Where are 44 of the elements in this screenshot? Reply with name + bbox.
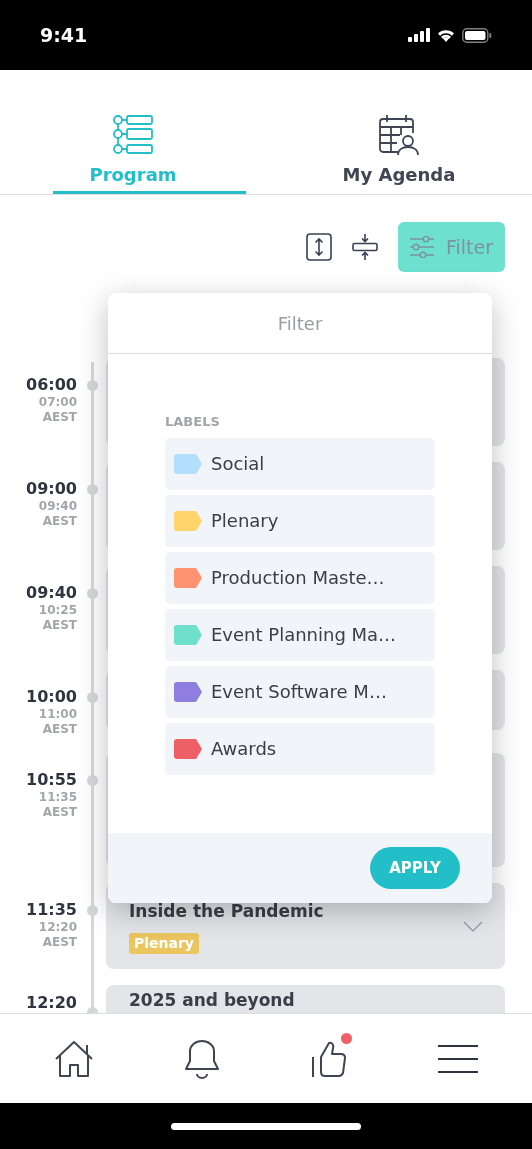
- local-time: 11:00: [38, 707, 77, 722]
- session-title: Inside the Pandemic: [129, 900, 325, 923]
- local-time: 07:00: [38, 395, 77, 410]
- timezone: AEST: [42, 935, 77, 950]
- local-time: 12:20: [38, 920, 77, 935]
- menu-icon[interactable]: [438, 1043, 478, 1074]
- session-tag: Plenary: [129, 932, 199, 954]
- label-option[interactable]: Event Software M…: [165, 665, 435, 718]
- signal-icon: [408, 28, 430, 42]
- battery-icon: [462, 27, 492, 43]
- session-time: 10:55: [26, 770, 77, 790]
- clock: 9:41: [40, 22, 88, 48]
- local-time: 10:25: [38, 603, 77, 618]
- wifi-icon: [436, 28, 456, 42]
- timezone: AEST: [42, 514, 77, 529]
- timezone: AEST: [42, 805, 77, 820]
- timezone: AEST: [42, 618, 77, 633]
- session-time: 09:00: [26, 479, 77, 499]
- session-time: 06:00: [26, 375, 77, 395]
- label-option[interactable]: Production Maste…: [165, 551, 435, 604]
- local-time: 11:35: [38, 790, 77, 805]
- collapse-icon[interactable]: [351, 233, 378, 261]
- local-time: 09:40: [38, 499, 77, 514]
- dialog-title: Filter: [277, 311, 323, 336]
- home-icon[interactable]: [54, 1038, 94, 1079]
- section-heading: LABELS: [165, 413, 221, 431]
- session-time: 11:35: [26, 900, 77, 920]
- session-time: 10:00: [26, 687, 77, 707]
- bell-icon[interactable]: [183, 1038, 221, 1079]
- label-option[interactable]: Social: [165, 437, 435, 490]
- tab[interactable]: My Agenda: [266, 114, 532, 194]
- timezone: AEST: [42, 722, 77, 737]
- session-title: 2025 and beyond: [129, 990, 296, 1010]
- calendar-person-icon: [378, 114, 420, 156]
- label-option[interactable]: Plenary: [165, 494, 435, 547]
- session-time: 12:20: [26, 993, 77, 1013]
- label-option[interactable]: Event Planning Ma…: [165, 608, 435, 661]
- label-option[interactable]: Awards: [165, 722, 435, 775]
- expand-icon[interactable]: [305, 233, 332, 261]
- list-tree-icon: [112, 114, 154, 156]
- session-time: 09:40: [26, 583, 77, 603]
- session-card[interactable]: 2025 and beyond: [106, 985, 505, 1013]
- sliders-icon: [409, 236, 434, 258]
- timezone: AEST: [42, 410, 77, 425]
